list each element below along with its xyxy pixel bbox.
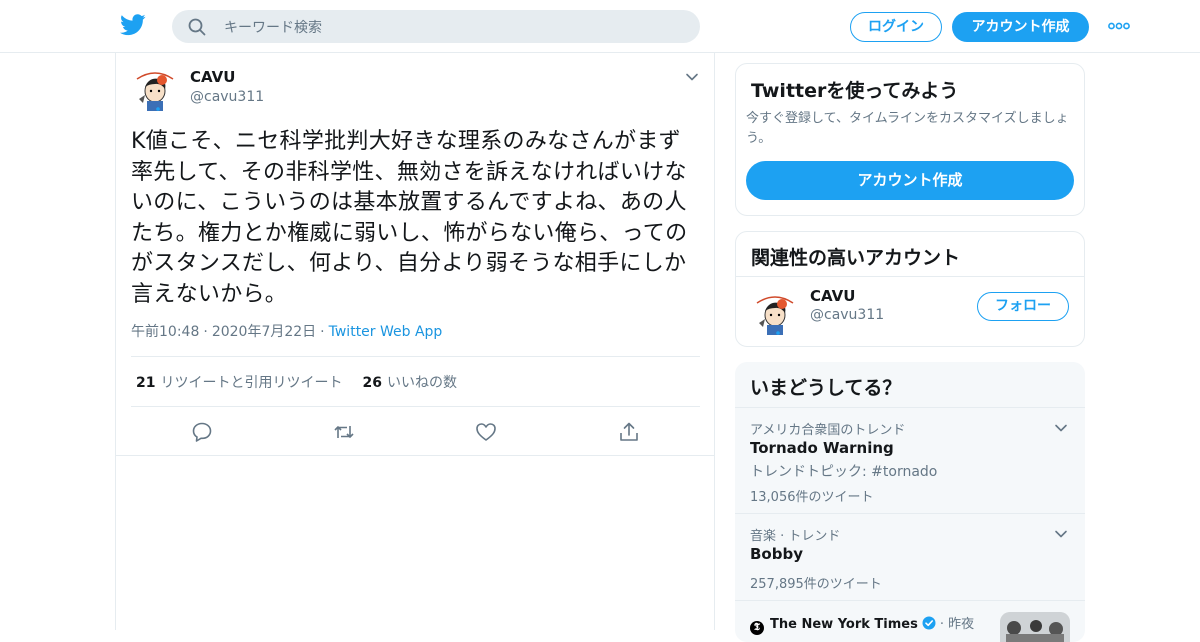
avatar[interactable] [131, 65, 179, 113]
signup-promo-card: Twitterを使ってみよう 今すぐ登録して、タイムラインをカスタマイズしましょ… [735, 63, 1085, 216]
signup-card-title: Twitterを使ってみよう [751, 80, 959, 102]
search-box[interactable] [172, 10, 700, 45]
trend-subtitle: トレンドトピック: #tornado [750, 464, 938, 480]
avatar-illustration-icon [131, 65, 179, 113]
top-nav-bar: ログイン アカウント作成 [0, 0, 1200, 53]
news-item[interactable]: 𝕿 The New York Times · 昨夜 [735, 600, 1085, 642]
news-photo-icon [1000, 612, 1070, 642]
login-button[interactable]: ログイン [850, 12, 942, 42]
chevron-down-icon[interactable] [1053, 526, 1069, 542]
reply-icon[interactable] [191, 421, 213, 443]
divider [736, 276, 1084, 277]
chevron-down-icon[interactable] [1053, 420, 1069, 436]
retweet-icon[interactable] [333, 421, 355, 443]
like-stat[interactable]: 26 いいねの数 [362, 375, 456, 391]
avatar[interactable] [751, 289, 799, 337]
tweet-text: K値こそ、ニセ科学批判大好きな理系のみなさんがまず率先して、その非科学性、無効さ… [131, 129, 688, 307]
trend-context: アメリカ合衆国のトレンド [750, 423, 906, 438]
trend-name: Bobby [750, 545, 803, 563]
separator-dot: · [203, 324, 208, 340]
search-input[interactable] [222, 10, 686, 45]
author-name[interactable]: CAVU [190, 68, 235, 86]
divider [131, 406, 700, 407]
trends-title: いまどうしてる？ [750, 377, 902, 399]
follow-button[interactable]: フォロー [977, 292, 1069, 321]
tweet-stats: 21 リツイートと引用リツイート 26 いいねの数 [136, 372, 457, 392]
trend-context: 音楽 · トレンド [750, 529, 841, 544]
divider [116, 455, 714, 456]
chevron-down-icon[interactable] [684, 69, 700, 85]
trend-tweet-count: 13,056件のツイート [750, 490, 874, 505]
related-account-handle[interactable]: @cavu311 [810, 307, 884, 323]
tweet-metadata: 午前10:48 · 2020年7月22日 · Twitter Web App [131, 321, 442, 341]
like-heart-icon[interactable] [475, 421, 497, 443]
trend-item[interactable]: 音楽 · トレンド Bobby 257,895件のツイート [735, 513, 1085, 601]
tweet-time[interactable]: 午前10:48 [131, 324, 199, 340]
like-label: いいねの数 [386, 375, 457, 391]
retweet-label: リツイートと引用リツイート [160, 375, 343, 391]
avatar-illustration-icon [751, 289, 799, 337]
more-options-icon[interactable] [1108, 20, 1130, 32]
tweet-detail-panel: CAVU @cavu311 K値こそ、ニセ科学批判大好きな理系のみなさんがまず率… [115, 53, 715, 630]
trends-card: いまどうしてる？ アメリカ合衆国のトレンド Tornado Warning トレ… [735, 362, 1085, 642]
like-count: 26 [362, 375, 382, 391]
signup-card-button[interactable]: アカウント作成 [746, 161, 1074, 200]
news-thumbnail-image [1000, 612, 1070, 642]
trend-tweet-count: 257,895件のツイート [750, 577, 882, 592]
news-source-row: 𝕿 The New York Times · 昨夜 [750, 613, 974, 635]
tweet-header: CAVU @cavu311 [131, 65, 701, 115]
trend-name: Tornado Warning [750, 439, 894, 457]
signup-card-description: 今すぐ登録して、タイムラインをカスタマイズしましょう。 [746, 111, 1069, 146]
author-handle[interactable]: @cavu311 [190, 89, 264, 105]
tweet-source-app[interactable]: Twitter Web App [329, 324, 443, 340]
separator-dot: · [320, 324, 325, 340]
related-accounts-title: 関連性の高いアカウント [751, 247, 961, 269]
search-icon [188, 18, 206, 36]
share-icon[interactable] [618, 421, 640, 443]
related-accounts-card: 関連性の高いアカウント CAVU @cavu311 フォロー [735, 231, 1085, 347]
retweet-count: 21 [136, 375, 156, 391]
signup-button[interactable]: アカウント作成 [952, 12, 1089, 42]
related-account-name[interactable]: CAVU [810, 287, 855, 305]
tweet-action-bar [116, 417, 714, 445]
retweet-stat[interactable]: 21 リツイートと引用リツイート [136, 375, 342, 391]
twitter-bird-logo-icon[interactable] [120, 13, 146, 37]
trend-item[interactable]: アメリカ合衆国のトレンド Tornado Warning トレンドトピック: #… [735, 407, 1085, 514]
verified-badge-icon [922, 616, 936, 630]
tweet-date[interactable]: 2020年7月22日 [212, 324, 316, 340]
divider [131, 356, 700, 357]
nyt-logo-icon: 𝕿 [750, 621, 764, 635]
